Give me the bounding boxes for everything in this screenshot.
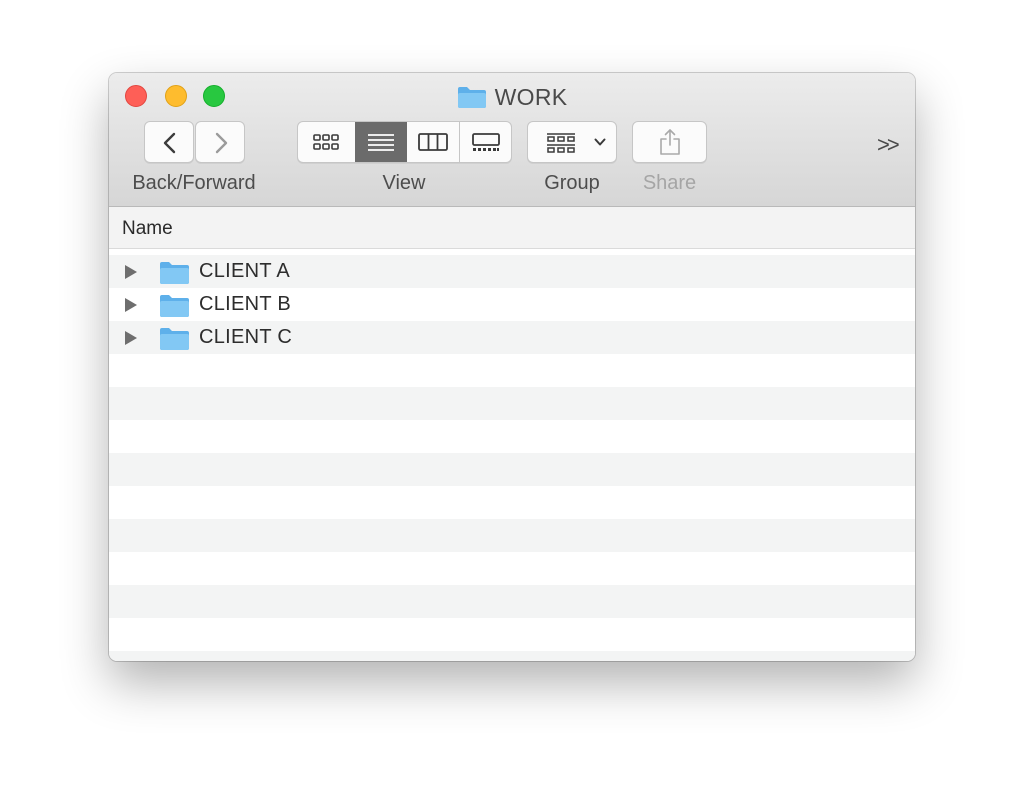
back-button[interactable] bbox=[144, 121, 194, 163]
disclosure-triangle-icon[interactable] bbox=[125, 331, 137, 345]
finder-window: WORK Back/Forward View Group Share >> Na… bbox=[109, 73, 915, 661]
view-label: View bbox=[382, 172, 426, 194]
chevron-down-icon bbox=[594, 138, 606, 146]
list-item[interactable]: CLIENT C bbox=[109, 321, 915, 354]
item-name: CLIENT A bbox=[199, 260, 290, 282]
forward-button[interactable] bbox=[195, 121, 245, 163]
view-columns-button[interactable] bbox=[407, 122, 459, 162]
folder-icon bbox=[160, 295, 189, 317]
gallery-view-icon bbox=[472, 133, 500, 151]
empty-row bbox=[109, 420, 915, 453]
view-gallery-button[interactable] bbox=[459, 122, 512, 162]
window-title-area: WORK bbox=[109, 82, 915, 112]
folder-icon bbox=[160, 328, 189, 350]
group-button[interactable] bbox=[527, 121, 617, 163]
share-button[interactable] bbox=[632, 121, 707, 163]
name-column-header[interactable]: Name bbox=[122, 218, 173, 240]
toolbar: WORK Back/Forward View Group Share >> bbox=[109, 73, 915, 207]
share-label: Share bbox=[642, 172, 697, 194]
file-list: CLIENT A CLIENT B CLIENT C bbox=[109, 255, 915, 661]
empty-row bbox=[109, 552, 915, 585]
empty-row bbox=[109, 453, 915, 486]
list-item[interactable]: CLIENT B bbox=[109, 288, 915, 321]
chevron-right-icon bbox=[215, 132, 228, 154]
share-icon bbox=[660, 129, 680, 155]
view-icons-button[interactable] bbox=[298, 122, 354, 162]
empty-row bbox=[109, 585, 915, 618]
empty-row bbox=[109, 519, 915, 552]
chevron-left-icon bbox=[163, 132, 176, 154]
folder-icon bbox=[457, 87, 486, 108]
back-forward-label: Back/Forward bbox=[132, 172, 256, 194]
empty-row bbox=[109, 651, 915, 661]
list-view-icon bbox=[368, 134, 394, 151]
view-segmented-control bbox=[297, 121, 512, 163]
empty-row bbox=[109, 618, 915, 651]
group-label: Group bbox=[544, 172, 600, 194]
icon-view-icon bbox=[313, 134, 339, 150]
disclosure-triangle-icon[interactable] bbox=[125, 265, 137, 279]
item-name: CLIENT B bbox=[199, 293, 292, 315]
disclosure-triangle-icon[interactable] bbox=[125, 298, 137, 312]
toolbar-overflow-button[interactable]: >> bbox=[877, 132, 900, 158]
group-icon bbox=[547, 133, 575, 153]
item-name: CLIENT C bbox=[199, 326, 293, 348]
empty-row bbox=[109, 354, 915, 387]
window-title: WORK bbox=[494, 83, 568, 110]
column-view-icon bbox=[418, 133, 448, 151]
list-item[interactable]: CLIENT A bbox=[109, 255, 915, 288]
folder-icon bbox=[160, 262, 189, 284]
list-header: Name bbox=[109, 207, 915, 249]
empty-row bbox=[109, 387, 915, 420]
view-list-button[interactable] bbox=[355, 122, 407, 162]
empty-row bbox=[109, 486, 915, 519]
